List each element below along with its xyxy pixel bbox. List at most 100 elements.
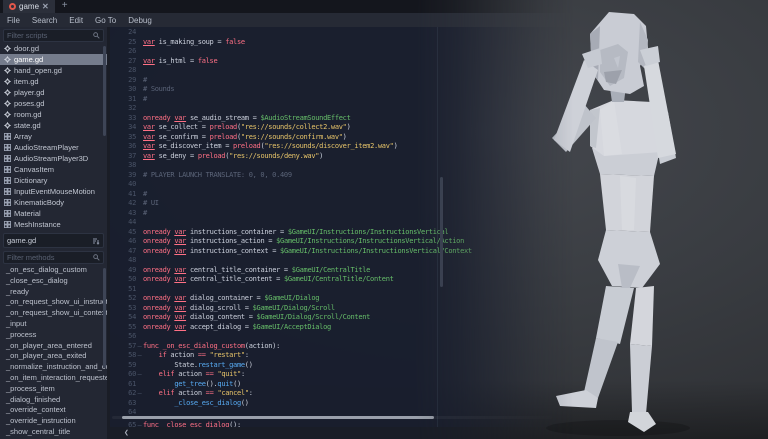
code-line[interactable]: 62– elif action == "cancel":: [110, 389, 575, 399]
method-list-item[interactable]: _on_item_interaction_requested: [0, 373, 107, 384]
filter-methods-input[interactable]: [7, 253, 93, 262]
script-list-item[interactable]: Array: [0, 131, 107, 142]
script-list-item[interactable]: player.gd: [0, 87, 107, 98]
menu-debug[interactable]: Debug: [128, 16, 152, 25]
scroll-left-icon[interactable]: ❮: [124, 428, 129, 437]
code-line[interactable]: 24: [110, 28, 575, 38]
code-line[interactable]: 34var se_collect = preload("res://sounds…: [110, 123, 575, 133]
method-list-item[interactable]: _ready: [0, 287, 107, 298]
method-list-item[interactable]: _input: [0, 319, 107, 330]
code-line[interactable]: 45onready var instructions_container = $…: [110, 228, 575, 238]
code-line[interactable]: 63 _close_esc_dialog(): [110, 399, 575, 409]
code-line[interactable]: 61 get_tree().quit(): [110, 380, 575, 390]
code-line[interactable]: 60– elif action == "quit":: [110, 370, 575, 380]
script-list-item[interactable]: CanvasItem: [0, 164, 107, 175]
code-line[interactable]: 54onready var dialog_content = $GameUI/D…: [110, 313, 575, 323]
filter-scripts-input[interactable]: [7, 31, 93, 40]
method-list-item[interactable]: _on_request_show_ui_instruction: [0, 297, 107, 308]
method-list-item[interactable]: _close_esc_dialog: [0, 276, 107, 287]
menu-search[interactable]: Search: [32, 16, 57, 25]
code-line[interactable]: 28: [110, 66, 575, 76]
script-list-item[interactable]: Material: [0, 208, 107, 219]
method-list-item[interactable]: _on_esc_dialog_custom: [0, 265, 107, 276]
script-list-item[interactable]: item.gd: [0, 76, 107, 87]
script-list-item[interactable]: state.gd: [0, 120, 107, 131]
code-line[interactable]: 59 State.restart_game(): [110, 361, 575, 371]
code-line[interactable]: 42# UI: [110, 199, 575, 209]
code-horizontal-scrollbar[interactable]: [122, 416, 434, 419]
new-tab-icon[interactable]: +: [62, 0, 68, 13]
fold-marker[interactable]: –: [136, 389, 143, 399]
methods-scrollbar[interactable]: [103, 268, 106, 368]
menu-goto[interactable]: Go To: [95, 16, 116, 25]
code-line[interactable]: 36var se_discover_item = preload("res://…: [110, 142, 575, 152]
method-list-item[interactable]: _override_context: [0, 405, 107, 416]
script-list-item[interactable]: Dictionary: [0, 175, 107, 186]
method-list-item[interactable]: _process: [0, 330, 107, 341]
code-editor[interactable]: 2425var is_making_soup = false2627var is…: [110, 27, 575, 439]
method-list-item[interactable]: _on_request_show_ui_context: [0, 308, 107, 319]
scripts-scrollbar[interactable]: [103, 46, 106, 136]
script-list-item[interactable]: hand_open.gd: [0, 65, 107, 76]
method-list-item[interactable]: _on_player_area_entered: [0, 341, 107, 352]
script-list-item[interactable]: game.gd: [0, 54, 107, 65]
code-line[interactable]: 32: [110, 104, 575, 114]
sort-icon[interactable]: [92, 237, 100, 245]
method-list-item[interactable]: _on_player_area_exited: [0, 351, 107, 362]
code-line[interactable]: 48: [110, 256, 575, 266]
code-line[interactable]: 39# PLAYER LAUNCH TRANSLATE: 0, 0, 0.409: [110, 171, 575, 181]
code-line[interactable]: 29#: [110, 76, 575, 86]
method-list-item[interactable]: _process_item: [0, 384, 107, 395]
script-list-item[interactable]: AudioStreamPlayer3D: [0, 153, 107, 164]
script-list-item[interactable]: door.gd: [0, 43, 107, 54]
code-line[interactable]: 41#: [110, 190, 575, 200]
code-line[interactable]: 31#: [110, 95, 575, 105]
script-item-label: Material: [14, 209, 41, 218]
tab-game[interactable]: game ✕: [3, 0, 55, 13]
method-list-item[interactable]: _normalize_instruction_and_cont: [0, 362, 107, 373]
code-line[interactable]: 27var is_html = false: [110, 57, 575, 67]
code-line[interactable]: 50onready var central_title_content = $G…: [110, 275, 575, 285]
script-list-item[interactable]: MeshInstance: [0, 219, 107, 230]
script-list-item[interactable]: KinematicBody: [0, 197, 107, 208]
code-line[interactable]: 33onready var se_audio_stream = $AudioSt…: [110, 114, 575, 124]
code-line[interactable]: 56: [110, 332, 575, 342]
code-line[interactable]: 38: [110, 161, 575, 171]
code-line[interactable]: 35var se_confirm = preload("res://sounds…: [110, 133, 575, 143]
code-line[interactable]: 25var is_making_soup = false: [110, 38, 575, 48]
code-line[interactable]: 47onready var instructions_context = $Ga…: [110, 247, 575, 257]
fold-marker[interactable]: –: [136, 351, 143, 361]
code-line[interactable]: 26: [110, 47, 575, 57]
code-line[interactable]: 49onready var central_title_container = …: [110, 266, 575, 276]
code-line[interactable]: 43#: [110, 209, 575, 219]
code-line[interactable]: 52onready var dialog_container = $GameUI…: [110, 294, 575, 304]
code-line[interactable]: 58– if action == "restart":: [110, 351, 575, 361]
code-line[interactable]: 40: [110, 180, 575, 190]
code-line[interactable]: 30# Sounds: [110, 85, 575, 95]
code-text: #: [143, 190, 147, 200]
script-list-item[interactable]: room.gd: [0, 109, 107, 120]
class-icon: [4, 155, 11, 162]
code-vertical-scrollbar[interactable]: [440, 177, 443, 287]
close-tab-icon[interactable]: ✕: [42, 0, 49, 13]
code-line[interactable]: 57–func _on_esc_dialog_custom(action):: [110, 342, 575, 352]
code-line[interactable]: 55onready var accept_dialog = $GameUI/Ac…: [110, 323, 575, 333]
menu-edit[interactable]: Edit: [69, 16, 83, 25]
script-list-item[interactable]: InputEventMouseMotion: [0, 186, 107, 197]
code-line[interactable]: 44: [110, 218, 575, 228]
fold-marker[interactable]: –: [136, 342, 143, 352]
method-list-item[interactable]: _show_central_title: [0, 427, 107, 438]
script-list-item[interactable]: AudioStreamPlayer: [0, 142, 107, 153]
code-text: func _on_esc_dialog_custom(action):: [143, 342, 280, 352]
code-line[interactable]: 51: [110, 285, 575, 295]
code-text: #: [143, 76, 147, 86]
method-list-item[interactable]: _override_instruction: [0, 416, 107, 427]
code-line[interactable]: 37var se_deny = preload("res://sounds/de…: [110, 152, 575, 162]
code-line[interactable]: 46onready var instructions_action = $Gam…: [110, 237, 575, 247]
code-line[interactable]: 53onready var dialog_scroll = $GameUI/Di…: [110, 304, 575, 314]
fold-marker[interactable]: –: [136, 370, 143, 380]
menu-file[interactable]: File: [7, 16, 20, 25]
method-list-item[interactable]: _dialog_finished: [0, 395, 107, 406]
script-list-item[interactable]: poses.gd: [0, 98, 107, 109]
code-text: elif action == "cancel":: [143, 389, 253, 399]
